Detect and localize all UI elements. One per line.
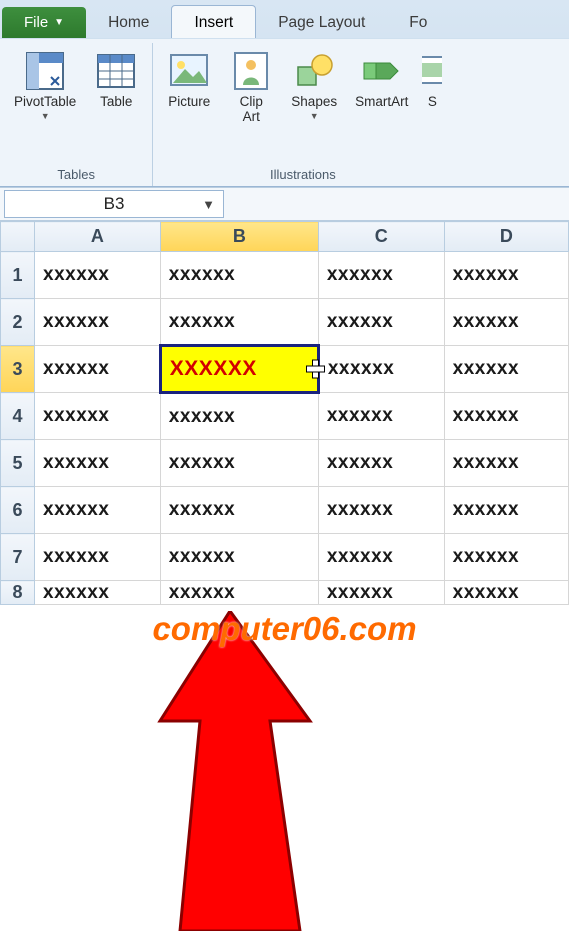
cell[interactable]: xxxxxx bbox=[318, 440, 444, 487]
column-header[interactable]: B bbox=[160, 222, 318, 252]
group-label-illustrations: Illustrations bbox=[163, 165, 442, 186]
cell[interactable]: xxxxxx bbox=[444, 393, 568, 440]
cell[interactable]: xxxxxx bbox=[318, 393, 444, 440]
shapes-icon bbox=[292, 49, 336, 93]
cell[interactable]: xxxxxx bbox=[318, 299, 444, 346]
row-header[interactable]: 7 bbox=[1, 534, 35, 581]
clipart-icon bbox=[229, 49, 273, 93]
column-header[interactable]: C bbox=[318, 222, 444, 252]
cell[interactable]: xxxxxx bbox=[444, 581, 568, 605]
chevron-down-icon: ▼ bbox=[54, 17, 64, 28]
chevron-down-icon[interactable]: ▼ bbox=[202, 197, 215, 212]
name-box[interactable]: B3 ▼ bbox=[4, 190, 224, 218]
cell[interactable]: xxxxxx bbox=[35, 581, 161, 605]
cell[interactable]: xxxxxx bbox=[35, 299, 161, 346]
smartart-button[interactable]: SmartArt bbox=[351, 47, 412, 165]
row-header[interactable]: 3 bbox=[1, 346, 35, 393]
cell[interactable]: xxxxxx bbox=[35, 393, 161, 440]
pivottable-icon bbox=[23, 49, 67, 93]
table-button[interactable]: Table bbox=[90, 47, 142, 165]
cell[interactable]: xxxxxx bbox=[444, 440, 568, 487]
column-header[interactable]: D bbox=[444, 222, 568, 252]
worksheet-grid[interactable]: ABCD1xxxxxxxxxxxxxxxxxxxxxxxx2xxxxxxxxxx… bbox=[0, 221, 569, 605]
file-tab-label: File bbox=[24, 14, 48, 31]
picture-button[interactable]: Picture bbox=[163, 47, 215, 165]
cell[interactable]: xxxxxx bbox=[444, 299, 568, 346]
chevron-down-icon: ▼ bbox=[41, 112, 50, 122]
cell[interactable]: xxxxxx bbox=[35, 252, 161, 299]
cell[interactable]: xxxxxx bbox=[160, 440, 318, 487]
column-header[interactable]: A bbox=[35, 222, 161, 252]
picture-icon bbox=[167, 49, 211, 93]
tab-insert[interactable]: Insert bbox=[171, 5, 256, 38]
name-box-value: B3 bbox=[104, 194, 125, 214]
select-all-corner[interactable] bbox=[1, 222, 35, 252]
shapes-button[interactable]: Shapes ▼ bbox=[287, 47, 341, 165]
file-tab[interactable]: File ▼ bbox=[2, 7, 86, 38]
group-tables: PivotTable ▼ Table Tables bbox=[0, 43, 153, 186]
row-header[interactable]: 2 bbox=[1, 299, 35, 346]
cell[interactable]: xxxxxx bbox=[35, 440, 161, 487]
smartart-icon bbox=[360, 49, 404, 93]
pivottable-button[interactable]: PivotTable ▼ bbox=[10, 47, 80, 165]
screenshot-button[interactable]: S bbox=[422, 47, 442, 165]
tab-page-layout[interactable]: Page Layout bbox=[256, 6, 387, 38]
screenshot-icon bbox=[422, 49, 442, 93]
selected-cell[interactable]: XXXXXX bbox=[160, 346, 318, 393]
cell[interactable]: xxxxxx bbox=[318, 487, 444, 534]
tab-home[interactable]: Home bbox=[86, 6, 171, 38]
cell[interactable]: xxxxxx bbox=[160, 487, 318, 534]
table-icon bbox=[94, 49, 138, 93]
cell[interactable]: xxxxxx bbox=[35, 534, 161, 581]
cell[interactable]: xxxxxx bbox=[160, 581, 318, 605]
group-illustrations: Picture Clip Art bbox=[153, 43, 452, 186]
row-header[interactable]: 4 bbox=[1, 393, 35, 440]
cell[interactable]: xxxxxx bbox=[444, 252, 568, 299]
formula-bar-row: B3 ▼ bbox=[0, 187, 569, 221]
row-header[interactable]: 6 bbox=[1, 487, 35, 534]
ribbon-tabs: File ▼ Home Insert Page Layout Fo bbox=[0, 0, 569, 38]
cell[interactable]: xxxxxx bbox=[35, 487, 161, 534]
cell[interactable]: xxxxxx bbox=[318, 252, 444, 299]
ribbon-body: PivotTable ▼ Table Tables bbox=[0, 38, 569, 186]
cell[interactable]: xxxxxx bbox=[160, 393, 318, 440]
ribbon: File ▼ Home Insert Page Layout Fo PivotT… bbox=[0, 0, 569, 187]
cell[interactable]: xxxxxx bbox=[318, 346, 444, 393]
cell[interactable]: xxxxxx bbox=[444, 487, 568, 534]
chevron-down-icon: ▼ bbox=[310, 112, 319, 122]
row-header[interactable]: 5 bbox=[1, 440, 35, 487]
cell[interactable]: xxxxxx bbox=[444, 534, 568, 581]
cell[interactable]: xxxxxx bbox=[318, 581, 444, 605]
row-header[interactable]: 1 bbox=[1, 252, 35, 299]
cell[interactable]: xxxxxx bbox=[35, 346, 161, 393]
clipart-button[interactable]: Clip Art bbox=[225, 47, 277, 165]
tab-formulas[interactable]: Fo bbox=[387, 6, 449, 38]
cell[interactable]: xxxxxx bbox=[444, 346, 568, 393]
group-label-tables: Tables bbox=[10, 165, 142, 186]
row-header[interactable]: 8 bbox=[1, 581, 35, 605]
cell[interactable]: xxxxxx bbox=[160, 252, 318, 299]
watermark-text: computer06.com bbox=[152, 610, 416, 648]
cell[interactable]: xxxxxx bbox=[160, 534, 318, 581]
cell[interactable]: xxxxxx bbox=[160, 299, 318, 346]
tutorial-arrow-icon bbox=[150, 611, 370, 936]
cell[interactable]: xxxxxx bbox=[318, 534, 444, 581]
